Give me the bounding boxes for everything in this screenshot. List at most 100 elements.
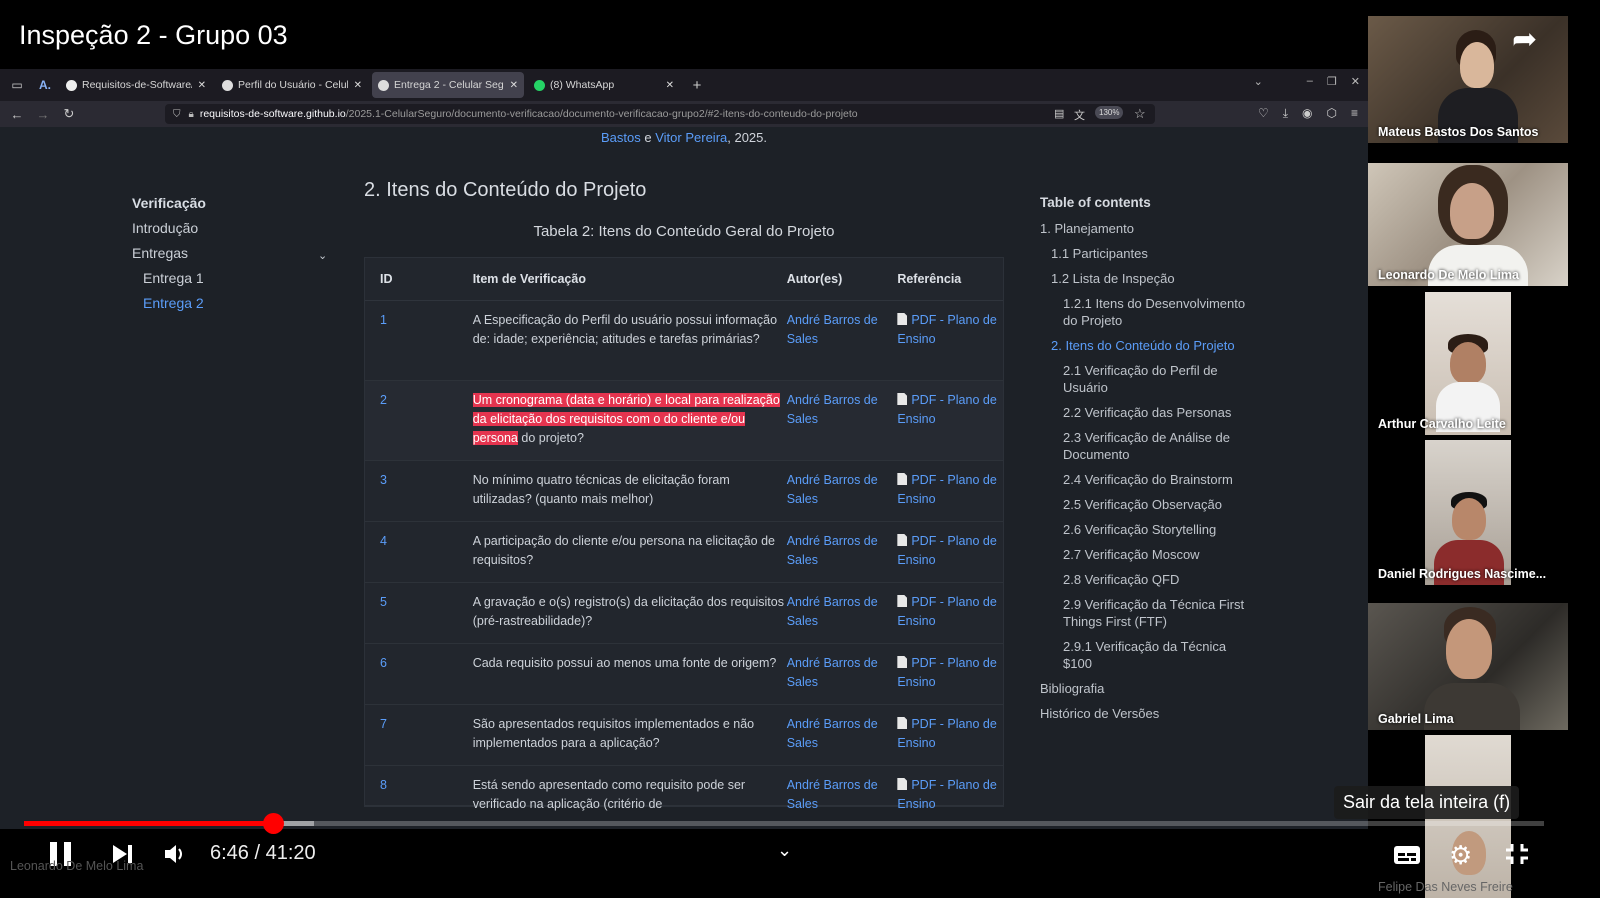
- table-row: 5 A gravação e o(s) registro(s) da elicit…: [365, 583, 1003, 644]
- tab-perfil-usuario[interactable]: Perfil do Usuário - Celular ✕: [216, 72, 368, 98]
- credit-link-vitor[interactable]: Vitor Pereira: [655, 130, 727, 145]
- row-id: 8: [380, 778, 387, 792]
- pocket-icon[interactable]: ♡: [1258, 106, 1269, 121]
- toc-item[interactable]: 2.3 Verificação de Análise de Documento: [1040, 429, 1250, 463]
- document-icon: [897, 393, 908, 405]
- close-window-icon[interactable]: ✕: [1351, 75, 1360, 88]
- reference-link[interactable]: PDF - Plano de Ensino: [897, 532, 1003, 582]
- close-tab-icon[interactable]: ✕: [354, 80, 362, 91]
- volume-button[interactable]: [163, 843, 187, 870]
- toc-item[interactable]: 1.2.1 Itens do Desenvolvimento do Projet…: [1040, 295, 1250, 329]
- back-arrow-icon[interactable]: ←: [4, 107, 30, 122]
- account-icon[interactable]: ◉: [1302, 106, 1312, 121]
- close-tab-icon[interactable]: ✕: [198, 80, 206, 91]
- document-icon: [897, 313, 908, 325]
- toc-item[interactable]: 2.9.1 Verificação da Técnica $100: [1040, 638, 1250, 672]
- url-bar[interactable]: ⛉ 🔒︎ requisitos-de-software.github.io/20…: [165, 104, 1155, 124]
- firefox-view-icon[interactable]: A.: [34, 74, 56, 96]
- toc-item[interactable]: 2.1 Verificação do Perfil de Usuário: [1040, 362, 1250, 396]
- maximize-icon[interactable]: ❐: [1327, 75, 1337, 88]
- zoom-level-badge[interactable]: 130%: [1095, 106, 1124, 119]
- sidebar-item-entrega-1[interactable]: Entrega 1: [132, 270, 206, 295]
- sidebar-section-verificacao[interactable]: Verificação: [132, 195, 206, 220]
- participant-name: Arthur Carvalho Leite: [1378, 417, 1506, 431]
- participant-name: Felipe Das Neves Freire: [1378, 880, 1513, 894]
- reader-mode-icon[interactable]: ▤: [1054, 107, 1064, 120]
- exit-fullscreen-button[interactable]: [1504, 842, 1530, 871]
- author-link[interactable]: André Barros de Sales: [787, 715, 898, 765]
- forward-arrow-icon[interactable]: →: [30, 107, 56, 122]
- author-link[interactable]: André Barros de Sales: [787, 593, 898, 643]
- close-tab-icon[interactable]: ✕: [666, 80, 674, 91]
- chevron-down-icon[interactable]: ⌄: [318, 249, 327, 262]
- author-link[interactable]: André Barros de Sales: [787, 654, 898, 704]
- document-icon: [897, 595, 908, 607]
- reference-link[interactable]: PDF - Plano de Ensino: [897, 391, 1003, 460]
- subtitles-button[interactable]: [1393, 844, 1421, 871]
- toc-item[interactable]: 2.7 Verificação Moscow: [1040, 546, 1250, 563]
- toc-item[interactable]: Bibliografia: [1040, 680, 1250, 697]
- participant-tile: Mateus Bastos Dos Santos: [1368, 16, 1568, 143]
- share-arrow-icon[interactable]: ➦: [1512, 22, 1537, 57]
- document-icon: [897, 656, 908, 668]
- toc-list: 1. Planejamento 1.1 Participantes 1.2 List…: [1040, 220, 1250, 722]
- toc-item[interactable]: 2.5 Verificação Observação: [1040, 496, 1250, 513]
- toc-title: Table of contents: [1040, 195, 1151, 210]
- document-icon: [897, 473, 908, 485]
- toc-item[interactable]: 2.9 Verificação da Técnica First Things …: [1040, 596, 1250, 630]
- extensions-icon[interactable]: ⬡: [1327, 106, 1337, 121]
- participant-tile: Leonardo De Melo Lima: [1368, 163, 1568, 286]
- reference-link[interactable]: PDF - Plano de Ensino: [897, 311, 1003, 380]
- toc-item[interactable]: 2.8 Verificação QFD: [1040, 571, 1250, 588]
- table-body: 1 A Especificação do Perfil do usuário po…: [365, 301, 1003, 811]
- author-link[interactable]: André Barros de Sales: [787, 311, 898, 380]
- progress-bar[interactable]: [24, 821, 1544, 826]
- minimize-icon[interactable]: –: [1307, 75, 1313, 88]
- reference-link[interactable]: PDF - Plano de Ensino: [897, 471, 1003, 521]
- row-id: 6: [380, 656, 387, 670]
- toc-item[interactable]: 2. Itens do Conteúdo do Projeto: [1040, 337, 1250, 354]
- reference-link[interactable]: PDF - Plano de Ensino: [897, 776, 1003, 811]
- list-all-tabs-icon[interactable]: ⌄: [1254, 75, 1263, 88]
- toc-item[interactable]: 1.1 Participantes: [1040, 245, 1250, 262]
- toc-item[interactable]: 1.2 Lista de Inspeção: [1040, 270, 1250, 287]
- author-link[interactable]: André Barros de Sales: [787, 776, 898, 811]
- close-tab-icon[interactable]: ✕: [510, 80, 518, 91]
- credit-link-bastos[interactable]: Bastos: [601, 130, 641, 145]
- tab-whatsapp[interactable]: (8) WhatsApp ✕: [528, 72, 680, 98]
- toc-item[interactable]: 1. Planejamento: [1040, 220, 1250, 237]
- author-link[interactable]: André Barros de Sales: [787, 391, 898, 460]
- progress-scrubber[interactable]: [263, 813, 285, 834]
- bookmark-star-icon[interactable]: ☆: [1134, 106, 1146, 122]
- tab-overview-icon[interactable]: ▭: [6, 74, 28, 96]
- reference-link[interactable]: PDF - Plano de Ensino: [897, 593, 1003, 643]
- participant-name: Daniel Rodrigues Nascime...: [1378, 567, 1547, 581]
- sidebar-item-entrega-2[interactable]: Entrega 2: [132, 295, 206, 320]
- reference-link[interactable]: PDF - Plano de Ensino: [897, 715, 1003, 765]
- reference-link[interactable]: PDF - Plano de Ensino: [897, 654, 1003, 704]
- url-path: /2025.1-CelularSeguro/documento-verifica…: [345, 108, 858, 120]
- toolbar-icons: ♡ ⤓ ◉ ⬡ ≡: [1258, 106, 1358, 121]
- participant-tile: Arthur Carvalho Leite: [1368, 292, 1568, 435]
- new-tab-icon[interactable]: +: [686, 74, 708, 96]
- toc-item[interactable]: 2.4 Verificação do Brainstorm: [1040, 471, 1250, 488]
- settings-gear-icon[interactable]: ⚙: [1449, 840, 1472, 871]
- row-item: A participação do cliente e/ou persona n…: [472, 534, 775, 567]
- toc-item[interactable]: 2.6 Verificação Storytelling: [1040, 521, 1250, 538]
- tab-entrega-2[interactable]: Entrega 2 - Celular Seguro ✕: [372, 72, 524, 98]
- author-link[interactable]: André Barros de Sales: [787, 532, 898, 582]
- download-icon[interactable]: ⤓: [1283, 106, 1288, 121]
- row-id: 7: [380, 717, 387, 731]
- tab-requisitos[interactable]: Requisitos-de-Software/2 ✕: [60, 72, 212, 98]
- left-sidebar-nav: Verificação Introdução Entregas Entrega …: [132, 195, 327, 320]
- menu-icon[interactable]: ≡: [1351, 106, 1358, 121]
- sidebar-item-introducao[interactable]: Introdução: [132, 220, 206, 245]
- toc-item[interactable]: Histórico de Versões: [1040, 705, 1250, 722]
- translate-icon[interactable]: 文: [1074, 107, 1085, 123]
- sidebar-item-entregas[interactable]: Entregas: [132, 245, 206, 270]
- author-link[interactable]: André Barros de Sales: [787, 471, 898, 521]
- reload-icon[interactable]: ↻: [56, 106, 82, 122]
- table-caption: Tabela 2: Itens do Conteúdo Geral do Pro…: [533, 223, 835, 240]
- chevron-down-icon[interactable]: ⌄: [777, 840, 792, 861]
- toc-item[interactable]: 2.2 Verificação das Personas: [1040, 404, 1250, 421]
